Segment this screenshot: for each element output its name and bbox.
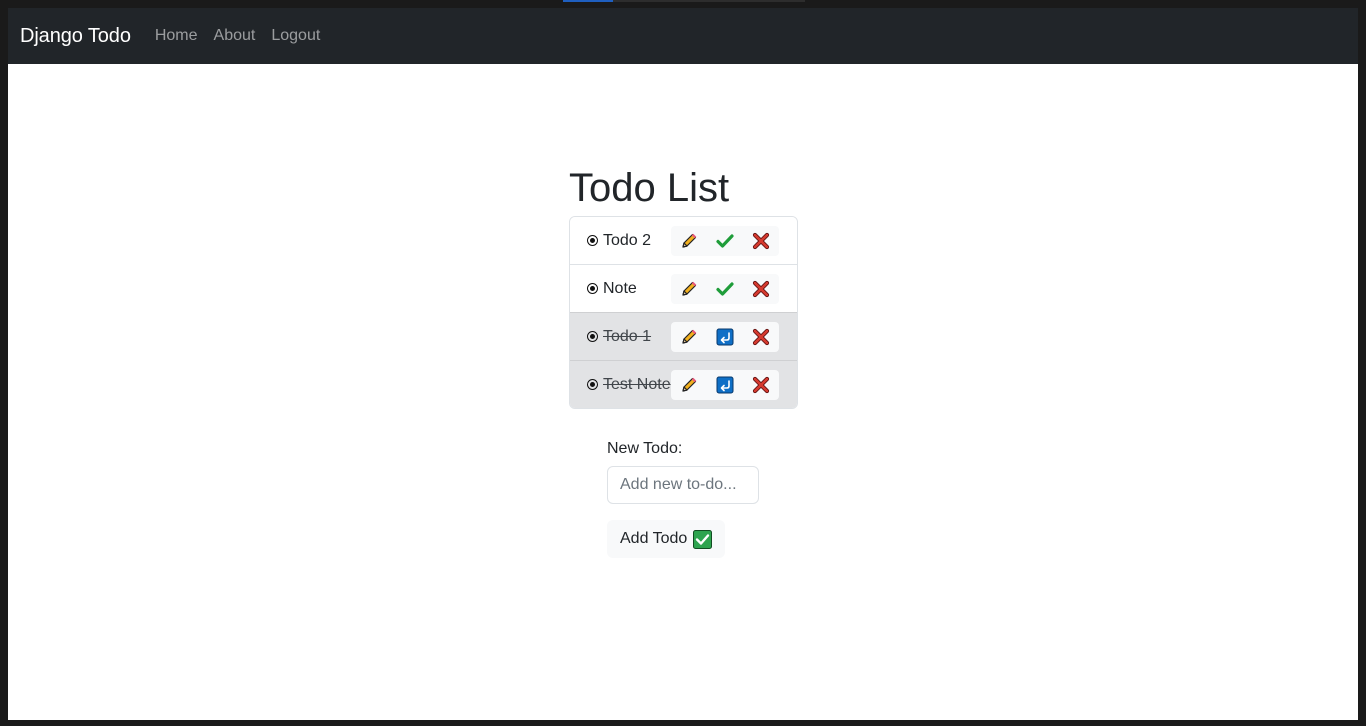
bullet-icon <box>587 282 598 294</box>
add-todo-button[interactable]: Add Todo <box>607 520 726 558</box>
nav-link-logout[interactable]: Logout <box>271 27 320 45</box>
todo-item-text-wrap: Test Note <box>587 376 671 394</box>
todo-item-label: Todo 2 <box>603 231 652 249</box>
todo-item: Todo 2 <box>570 217 797 264</box>
todo-item-completed: Test Note <box>570 360 797 408</box>
todo-actions <box>671 370 779 400</box>
navbar: Django Todo Home About Logout <box>8 8 1358 64</box>
delete-button[interactable] <box>743 322 779 352</box>
todo-item-text-wrap: Note <box>587 280 637 298</box>
undo-button[interactable] <box>707 370 743 400</box>
browser-viewport: Django Todo Home About Logout Todo List … <box>8 8 1358 720</box>
delete-x-icon <box>752 232 770 250</box>
complete-check-icon <box>716 282 734 296</box>
add-todo-button-label: Add Todo <box>620 530 688 547</box>
todo-item-text-wrap: Todo 1 <box>587 328 651 346</box>
delete-button[interactable] <box>743 226 779 256</box>
todo-item-label: Note <box>603 279 637 297</box>
browser-top-strip <box>0 0 1366 8</box>
complete-button[interactable] <box>707 274 743 304</box>
new-todo-input[interactable] <box>607 466 759 504</box>
navbar-brand[interactable]: Django Todo <box>20 25 131 48</box>
page-title: Todo List <box>569 166 730 210</box>
todo-actions <box>671 226 779 256</box>
edit-icon <box>682 281 697 296</box>
complete-check-icon <box>716 234 734 248</box>
undo-button[interactable] <box>707 322 743 352</box>
check-mark-icon <box>693 529 713 549</box>
bullet-icon <box>587 378 598 390</box>
nav-link-home[interactable]: Home <box>155 27 198 45</box>
edit-icon <box>682 329 697 344</box>
edit-button[interactable] <box>671 322 707 352</box>
active-tab-indicator <box>563 0 613 2</box>
todo-item-completed: Todo 1 <box>570 312 797 360</box>
tab-strip <box>613 0 805 2</box>
edit-button[interactable] <box>671 274 707 304</box>
todo-list: Todo 2 Note Todo 1 Test Note <box>569 216 798 409</box>
new-todo-label: New Todo: <box>607 440 683 457</box>
delete-button[interactable] <box>743 370 779 400</box>
edit-button[interactable] <box>671 226 707 256</box>
delete-button[interactable] <box>743 274 779 304</box>
undo-return-icon <box>716 376 734 394</box>
edit-button[interactable] <box>671 370 707 400</box>
new-todo-form: New Todo: Add Todo <box>607 437 799 558</box>
delete-x-icon <box>752 280 770 298</box>
main-content: Todo List Todo 2 Note Todo 1 Test Note N… <box>569 164 799 558</box>
edit-icon <box>682 233 697 248</box>
todo-actions <box>671 322 779 352</box>
todo-actions <box>671 274 779 304</box>
todo-item-label: Todo 1 <box>603 327 652 345</box>
delete-x-icon <box>752 328 770 346</box>
todo-item-text-wrap: Todo 2 <box>587 232 651 250</box>
todo-item-label: Test Note <box>603 375 671 393</box>
complete-button[interactable] <box>707 226 743 256</box>
nav-link-about[interactable]: About <box>214 27 256 45</box>
bullet-icon <box>587 330 598 342</box>
bullet-icon <box>587 234 598 246</box>
edit-icon <box>682 377 697 392</box>
todo-item: Note <box>570 264 797 312</box>
undo-return-icon <box>716 328 734 346</box>
delete-x-icon <box>752 376 770 394</box>
